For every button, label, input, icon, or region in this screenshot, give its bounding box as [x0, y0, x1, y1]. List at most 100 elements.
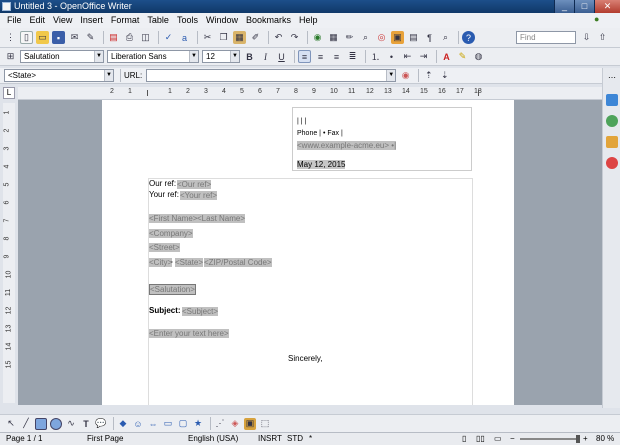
single-page-view-icon[interactable]: ▯: [462, 433, 466, 445]
document-page[interactable]: | | | Phone | • Fax | <www.example-acme.…: [102, 100, 514, 405]
navigator-icon[interactable]: ◎: [375, 31, 388, 44]
italic-button[interactable]: I: [259, 50, 272, 63]
edit-file-icon[interactable]: ✎: [84, 31, 97, 44]
navigator-icon[interactable]: [606, 157, 618, 169]
show-draw-functions-icon[interactable]: ✏: [343, 31, 356, 44]
subject-field[interactable]: <Subject>: [182, 307, 219, 316]
vertical-ruler[interactable]: 1 2 3 4 5 6 7 8 9 10 11 12 13 14 15: [3, 103, 15, 403]
justify-icon[interactable]: ≣: [346, 50, 359, 63]
city-field[interactable]: <City>: [149, 258, 173, 267]
open-folder-icon[interactable]: ▭: [36, 31, 49, 44]
find-input[interactable]: Find: [516, 31, 576, 44]
gallery-icon[interactable]: ▣: [391, 31, 404, 44]
insert-mode[interactable]: INSRT: [258, 433, 282, 445]
page-style[interactable]: First Page: [87, 433, 123, 445]
decrease-indent-icon[interactable]: ⇤: [401, 50, 414, 63]
zoom-slider[interactable]: [520, 438, 580, 440]
points-icon[interactable]: ⋰: [214, 418, 226, 430]
new-document-icon[interactable]: ▯: [20, 31, 33, 44]
freeform-icon[interactable]: ∿: [65, 418, 77, 430]
horizontal-ruler[interactable]: 2 1 1 2 3 4 5 6 7 8 9 10 11 12 13 14 15 …: [18, 87, 602, 100]
find-previous-icon[interactable]: ⇧: [596, 31, 609, 44]
text-icon[interactable]: T: [80, 418, 92, 430]
ruler-right-margin-marker[interactable]: [478, 90, 479, 96]
your-ref-field[interactable]: <Your ref>: [180, 191, 218, 200]
paragraph-style-select[interactable]: Salutation ▼: [20, 50, 104, 63]
spellcheck-icon[interactable]: ✓: [162, 31, 175, 44]
block-arrows-icon[interactable]: ⇔: [147, 418, 159, 430]
our-ref-field[interactable]: <Our ref>: [177, 180, 212, 189]
nonprinting-chars-icon[interactable]: ¶: [423, 31, 436, 44]
maximize-button[interactable]: □: [574, 0, 594, 13]
zoom-level[interactable]: 80 %: [596, 433, 614, 445]
close-document-icon[interactable]: ●: [594, 14, 606, 26]
fontwork-icon[interactable]: ◈: [229, 418, 241, 430]
ruler-indent-marker[interactable]: [147, 90, 148, 96]
basic-shapes-icon[interactable]: ◆: [117, 418, 129, 430]
chevron-down-icon[interactable]: ▼: [189, 51, 198, 62]
salutation-field[interactable]: <Salutation>: [149, 284, 196, 295]
state-field[interactable]: <State>: [175, 258, 204, 267]
body-text-field[interactable]: <Enter your text here>: [149, 329, 229, 338]
chevron-down-icon[interactable]: ▼: [94, 51, 103, 62]
numbering-icon[interactable]: ⒈: [369, 50, 382, 63]
bullets-icon[interactable]: •: [385, 50, 398, 63]
page-indicator[interactable]: Page 1 / 1: [6, 433, 42, 445]
background-color-icon[interactable]: ◍: [472, 50, 485, 63]
load-url-icon[interactable]: ◉: [399, 69, 412, 82]
underline-button[interactable]: U: [275, 50, 288, 63]
from-file-icon[interactable]: ▣: [244, 417, 256, 430]
previous-element-icon[interactable]: ⇡: [422, 69, 435, 82]
date-field[interactable]: May 12, 2015: [297, 160, 346, 169]
menu-edit[interactable]: Edit: [26, 13, 50, 28]
menu-tools[interactable]: Tools: [173, 13, 202, 28]
menu-bookmarks[interactable]: Bookmarks: [242, 13, 295, 28]
callout-icon[interactable]: 💬: [95, 418, 107, 430]
next-element-icon[interactable]: ⇣: [438, 69, 451, 82]
multi-page-view-icon[interactable]: ▯▯: [476, 433, 485, 445]
align-center-icon[interactable]: ≡: [314, 50, 327, 63]
book-view-icon[interactable]: ▭: [494, 433, 502, 445]
find-next-icon[interactable]: ⇩: [580, 31, 593, 44]
chevron-down-icon[interactable]: ▼: [104, 70, 113, 81]
properties-icon[interactable]: [606, 94, 618, 106]
data-sources-icon[interactable]: ▤: [407, 31, 420, 44]
first-name-field[interactable]: <First Name>: [149, 214, 198, 223]
zoom-in-icon[interactable]: +: [583, 433, 588, 445]
print-icon[interactable]: ⎙: [123, 31, 136, 44]
line-icon[interactable]: ╱: [20, 418, 32, 430]
zip-field[interactable]: <ZIP/Postal Code>: [204, 258, 272, 267]
last-name-field[interactable]: <Last Name>: [197, 214, 246, 223]
address-frame[interactable]: [148, 178, 473, 405]
bold-button[interactable]: B: [243, 50, 256, 63]
extrusion-icon[interactable]: ⬚: [259, 418, 271, 430]
symbol-shapes-icon[interactable]: ☺: [132, 418, 144, 430]
font-color-icon[interactable]: A: [440, 50, 453, 63]
language-indicator[interactable]: English (USA): [188, 433, 238, 445]
email-icon[interactable]: ✉: [68, 31, 81, 44]
export-pdf-icon[interactable]: ▤: [107, 31, 120, 44]
hyperlink-icon[interactable]: ◉: [311, 31, 324, 44]
url-input[interactable]: ▼: [146, 69, 397, 82]
menu-window[interactable]: Window: [202, 13, 242, 28]
chevron-down-icon[interactable]: ▼: [386, 70, 396, 81]
highlight-icon[interactable]: ✎: [456, 50, 469, 63]
autospellcheck-icon[interactable]: a: [178, 31, 191, 44]
zoom-slider-handle[interactable]: [576, 435, 580, 443]
paste-icon[interactable]: ▦: [233, 31, 246, 44]
align-right-icon[interactable]: ≡: [330, 50, 343, 63]
chevron-down-icon[interactable]: ▼: [230, 51, 239, 62]
flowchart-icon[interactable]: ▭: [162, 418, 174, 430]
stars-icon[interactable]: ★: [192, 418, 204, 430]
help-icon[interactable]: ?: [462, 31, 475, 44]
sender-frame[interactable]: | | | Phone | • Fax | <www.example-acme.…: [292, 107, 472, 171]
menu-view[interactable]: View: [49, 13, 76, 28]
select-icon[interactable]: ↖: [5, 418, 17, 430]
menu-format[interactable]: Format: [107, 13, 144, 28]
tab-stop-selector[interactable]: L: [3, 87, 15, 99]
close-button[interactable]: ✕: [594, 0, 620, 13]
callouts-icon[interactable]: ▢: [177, 418, 189, 430]
undo-icon[interactable]: ↶: [272, 31, 285, 44]
clone-formatting-icon[interactable]: ✐: [249, 31, 262, 44]
cut-icon[interactable]: ✂: [201, 31, 214, 44]
